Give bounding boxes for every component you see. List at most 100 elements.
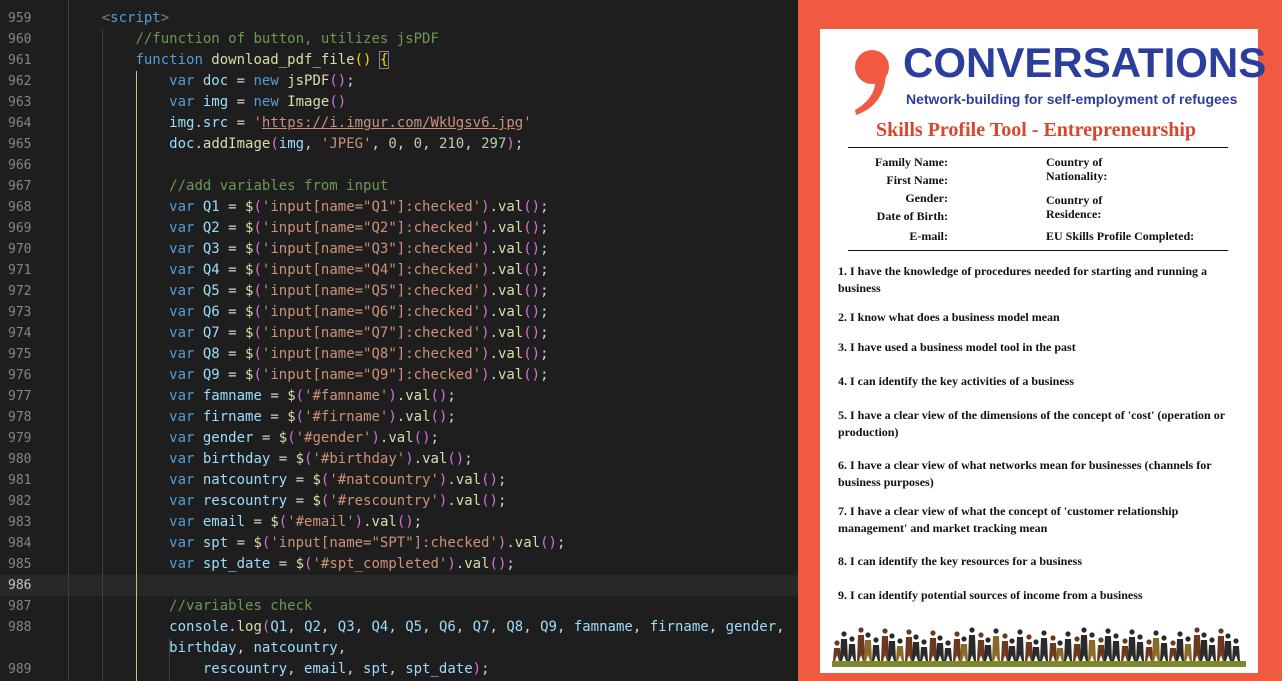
code-token: . bbox=[363, 514, 372, 530]
code-token: ) bbox=[481, 367, 490, 383]
code-text: <script> bbox=[68, 8, 169, 29]
code-editor[interactable]: 959 <script> 960 //function of button, ut… bbox=[0, 0, 798, 681]
code-line[interactable]: 969 var Q2 = $('input[name="Q2"]:checked… bbox=[0, 218, 798, 239]
line-number: 986 bbox=[8, 578, 32, 593]
code-token: ; bbox=[540, 199, 549, 215]
code-line[interactable]: 970 var Q3 = $('input[name="Q3"]:checked… bbox=[0, 239, 798, 260]
line-number: 960 bbox=[8, 32, 32, 47]
code-token: var bbox=[169, 409, 203, 425]
code-token: var bbox=[169, 346, 203, 362]
code-token: () bbox=[396, 514, 414, 530]
code-line[interactable]: 961 function download_pdf_file() { bbox=[0, 50, 798, 71]
person-silhouette-icon bbox=[848, 636, 856, 661]
code-line[interactable]: 984 var spt = $('input[name="SPT"]:check… bbox=[0, 533, 798, 554]
code-token: ) bbox=[405, 451, 414, 467]
question-item: 4. I can identify the key activities of … bbox=[838, 374, 1075, 388]
code-text: var gender = $('#gender').val(); bbox=[68, 428, 439, 449]
indent-guide bbox=[101, 29, 103, 681]
code-token: = bbox=[253, 430, 279, 446]
code-line[interactable]: 981 var natcountry = $('#natcountry').va… bbox=[0, 470, 798, 491]
person-silhouette-icon bbox=[1169, 640, 1177, 661]
code-line[interactable]: 978 var firname = $('#firname').val(); bbox=[0, 407, 798, 428]
line-number: 963 bbox=[8, 95, 32, 110]
code-line[interactable]: 985 var spt_date = $('#spt_completed').v… bbox=[0, 554, 798, 575]
code-token: = bbox=[228, 535, 254, 551]
code-line[interactable]: 988 console.log(Q1, Q2, Q3, Q4, Q5, Q6, … bbox=[0, 617, 798, 638]
code-text: //variables check bbox=[68, 596, 312, 617]
code-token: , bbox=[354, 619, 372, 635]
code-token: spt_date bbox=[202, 556, 271, 572]
code-token: val bbox=[497, 241, 524, 257]
line-number: 964 bbox=[8, 116, 32, 131]
code-token: val bbox=[371, 514, 397, 530]
code-token: //variables check bbox=[169, 598, 313, 614]
code-line[interactable]: 974 var Q7 = $('input[name="Q7"]:checked… bbox=[0, 323, 798, 344]
code-line[interactable]: 977 var famname = $('#famname').val(); bbox=[0, 386, 798, 407]
code-line[interactable]: 983 var email = $('#email').val(); bbox=[0, 512, 798, 533]
code-line[interactable]: 963 var img = new Image() bbox=[0, 92, 798, 113]
code-token: spt_date bbox=[405, 661, 473, 677]
question-item: 5. I have a clear view of the dimensions… bbox=[838, 408, 1225, 439]
code-text: var natcountry = $('#natcountry').val(); bbox=[68, 470, 506, 491]
code-line[interactable]: 982 var rescountry = $('#rescountry').va… bbox=[0, 491, 798, 512]
code-token: . bbox=[489, 367, 498, 383]
code-token: () bbox=[523, 199, 541, 215]
code-line[interactable]: 962 var doc = new jsPDF(); bbox=[0, 71, 798, 92]
code-token: , bbox=[489, 619, 507, 635]
comma-logo-icon bbox=[855, 50, 889, 115]
code-token: 'input[name="Q9"]:checked' bbox=[261, 367, 482, 383]
code-token: = bbox=[219, 241, 246, 257]
code-line[interactable]: 986 bbox=[0, 575, 798, 596]
person-silhouette-icon bbox=[872, 637, 880, 661]
person-silhouette-icon bbox=[1217, 628, 1225, 661]
line-number: 978 bbox=[8, 410, 32, 425]
person-silhouette-icon bbox=[1104, 628, 1112, 661]
code-line[interactable]: 968 var Q1 = $('input[name="Q1"]:checked… bbox=[0, 197, 798, 218]
field-label: Residence: bbox=[1046, 207, 1102, 221]
code-text: var Q8 = $('input[name="Q8"]:checked').v… bbox=[68, 344, 548, 365]
code-text: birthday, natcountry, bbox=[68, 638, 346, 659]
code-token: $ bbox=[253, 535, 262, 551]
code-line[interactable]: 976 var Q9 = $('input[name="Q9"]:checked… bbox=[0, 365, 798, 386]
person-silhouette-icon bbox=[1008, 638, 1016, 661]
line-number: 961 bbox=[8, 53, 32, 68]
code-line[interactable]: 960 //function of button, utilizes jsPDF bbox=[0, 29, 798, 50]
code-line[interactable]: 965 doc.addImage(img, 'JPEG', 0, 0, 210,… bbox=[0, 134, 798, 155]
code-line[interactable]: 987 //variables check bbox=[0, 596, 798, 617]
code-token: . bbox=[489, 325, 498, 341]
code-line[interactable]: 959 <script> bbox=[0, 8, 798, 29]
code-token: () bbox=[523, 241, 541, 257]
code-line[interactable]: 980 var birthday = $('#birthday').val(); bbox=[0, 449, 798, 470]
code-token: = bbox=[219, 304, 246, 320]
code-line[interactable]: 975 var Q8 = $('input[name="Q8"]:checked… bbox=[0, 344, 798, 365]
code-token: ) bbox=[388, 409, 397, 425]
code-token: = bbox=[287, 472, 313, 488]
line-number: 970 bbox=[8, 242, 32, 257]
code-line[interactable]: 967 //add variables from input bbox=[0, 176, 798, 197]
code-token: ) bbox=[388, 388, 397, 404]
code-token: ; bbox=[556, 535, 566, 551]
code-token: //function of button, utilizes jsPDF bbox=[135, 31, 439, 47]
person-silhouette-icon bbox=[1184, 636, 1192, 661]
code-text: var Q1 = $('input[name="Q1"]:checked').v… bbox=[68, 197, 549, 218]
code-line[interactable]: 972 var Q5 = $('input[name="Q5"]:checked… bbox=[0, 281, 798, 302]
line-number: 959 bbox=[8, 11, 32, 26]
code-line[interactable]: 971 var Q4 = $('input[name="Q4"]:checked… bbox=[0, 260, 798, 281]
code-line[interactable]: 973 var Q6 = $('input[name="Q6"]:checked… bbox=[0, 302, 798, 323]
code-token: var bbox=[169, 220, 203, 236]
pdf-page: CONVERSATIONS Network-building for self-… bbox=[820, 29, 1266, 673]
code-token: '#birthday' bbox=[312, 451, 406, 467]
code-token: ; bbox=[506, 556, 515, 572]
code-token: ; bbox=[481, 661, 490, 677]
code-line[interactable]: 966 bbox=[0, 155, 798, 176]
code-line[interactable]: 989 rescountry, email, spt, spt_date); bbox=[0, 659, 798, 680]
code-token: Q2 bbox=[202, 220, 220, 236]
code-line[interactable]: 979 var gender = $('#gender').val(); bbox=[0, 428, 798, 449]
code-line[interactable]: birthday, natcountry, bbox=[0, 638, 798, 659]
code-line[interactable]: 964 img.src = 'https://i.imgur.com/WkUgs… bbox=[0, 113, 798, 134]
